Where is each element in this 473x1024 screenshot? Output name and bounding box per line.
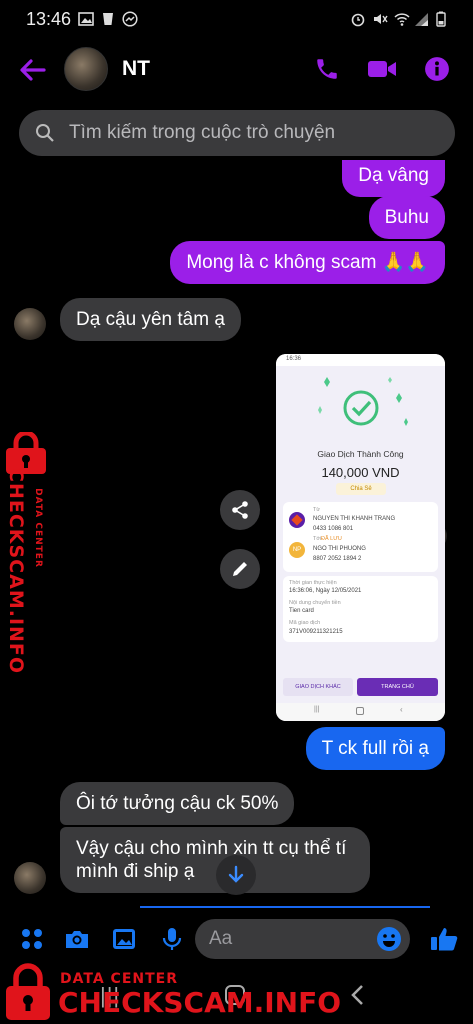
arrow-down-icon	[228, 865, 244, 883]
watermark-lock-icon	[6, 963, 50, 1020]
share-icon	[232, 501, 248, 519]
message-line: Vậy cậu cho mình xin tt cụ thể tí	[76, 838, 347, 859]
watermark-side-text: CHECKSCAM.INFO	[5, 468, 27, 675]
receipt-amount: 140,000 VND	[321, 465, 400, 480]
emoji-icon[interactable]	[376, 926, 402, 952]
edit-button[interactable]	[220, 549, 260, 589]
video-call-icon[interactable]	[367, 56, 397, 82]
message-bubble-incoming[interactable]: Dạ cậu yên tâm ạ	[60, 298, 241, 341]
contact-avatar[interactable]	[64, 47, 108, 91]
time-value: 16:36:06, Ngày 12/05/2021	[289, 588, 362, 594]
search-bar[interactable]	[19, 110, 455, 156]
gallery-icon	[78, 12, 94, 26]
message-bubble-incoming[interactable]: Ôi tớ tưởng cậu ck 50%	[60, 782, 295, 825]
alarm-icon	[351, 13, 365, 27]
message-bubble-outgoing[interactable]: T ck full rồi ạ	[305, 727, 445, 770]
from-account: 0433 1086 801	[313, 526, 354, 532]
apps-grid-icon[interactable]	[19, 926, 45, 952]
receipt-status-bar: 16:36	[276, 354, 445, 366]
message-input[interactable]	[209, 919, 369, 959]
message-bubble-outgoing[interactable]: Buhu	[368, 196, 445, 239]
message-bubble-incoming[interactable]: Vậy cậu cho mình xin tt cụ thể tí mình đ…	[60, 827, 370, 893]
receipt-time: 16:36	[286, 356, 302, 362]
watermark-bottom-small: DATA CENTER	[60, 971, 178, 987]
messenger-icon	[122, 11, 138, 27]
contact-name[interactable]: NT	[122, 57, 150, 81]
search-input[interactable]	[69, 110, 439, 156]
message-bubble-outgoing[interactable]: Dạ vâng	[342, 160, 445, 197]
receipt-share-button: Chia Sẻ	[336, 483, 386, 495]
microphone-icon[interactable]	[159, 926, 185, 952]
search-icon	[36, 124, 54, 142]
to-label: Tới	[313, 536, 322, 542]
receipt-title: Giao Dịch Thành Công	[317, 449, 404, 459]
payment-receipt-image[interactable]: 16:36 Giao Dịch Thành Công 140,000 VND C…	[276, 354, 445, 721]
status-bar: 13:46	[0, 0, 473, 38]
pencil-icon	[233, 562, 247, 576]
back-nav-icon[interactable]	[350, 984, 366, 1006]
typing-progress-line	[140, 906, 430, 908]
info-icon[interactable]	[423, 56, 451, 82]
content-label: Nội dung chuyển tiền	[289, 600, 341, 606]
bank-logo	[289, 512, 305, 528]
content-value: Tien card	[289, 608, 314, 614]
camera-icon[interactable]	[64, 926, 90, 952]
txn-value: 371V009211321215	[289, 629, 343, 635]
wifi-icon	[394, 13, 410, 26]
mute-icon	[374, 14, 388, 24]
to-account: 8807 2052 1894 2	[313, 556, 362, 562]
screen: 13:46 NT Dạ vâng Buhu Mong là c không sc…	[0, 0, 473, 1024]
message-bubble-outgoing[interactable]: Mong là c không scam 🙏🙏	[170, 241, 445, 284]
like-thumb-icon[interactable]	[430, 926, 458, 952]
to-avatar: NP	[289, 542, 305, 558]
watermark-side-small: DATA CENTER	[33, 488, 43, 568]
message-line: mình đi ship ạ	[76, 861, 195, 882]
watermark-bottom-text: CHECKSCAM.INFO	[58, 986, 342, 1019]
message-composer[interactable]	[195, 919, 410, 959]
to-name: NGO THI PHUONG	[313, 546, 366, 552]
sender-avatar	[14, 308, 46, 340]
from-label: Từ	[313, 507, 321, 513]
gallery-icon[interactable]	[111, 926, 137, 952]
back-arrow-icon[interactable]	[18, 58, 46, 82]
share-button[interactable]	[220, 490, 260, 530]
receipt-home-button: TRANG CHỦ	[357, 678, 438, 696]
receipt-nav-bar: ||| ‹	[276, 703, 445, 721]
receipt-parties-card: Từ NGUYEN THI KHANH TRANG 0433 1086 801 …	[283, 502, 438, 572]
success-check-icon	[318, 377, 408, 426]
signal-icon	[415, 13, 428, 26]
receipt-other-txn-button: GIAO DỊCH KHÁC	[283, 678, 353, 696]
to-bank: ĐÃ LƯU	[321, 536, 342, 542]
sender-avatar	[14, 862, 46, 894]
scroll-down-button[interactable]	[216, 855, 256, 895]
from-name: NGUYEN THI KHANH TRANG	[313, 516, 396, 522]
status-time: 13:46	[26, 9, 72, 29]
phone-call-icon[interactable]	[313, 56, 341, 82]
txn-label: Mã giao dịch	[289, 620, 321, 626]
cup-icon	[103, 13, 113, 25]
receipt-details-card: Thời gian thực hiện 16:36:06, Ngày 12/05…	[283, 576, 438, 642]
time-label: Thời gian thực hiện	[289, 580, 337, 586]
battery-icon	[436, 11, 446, 27]
